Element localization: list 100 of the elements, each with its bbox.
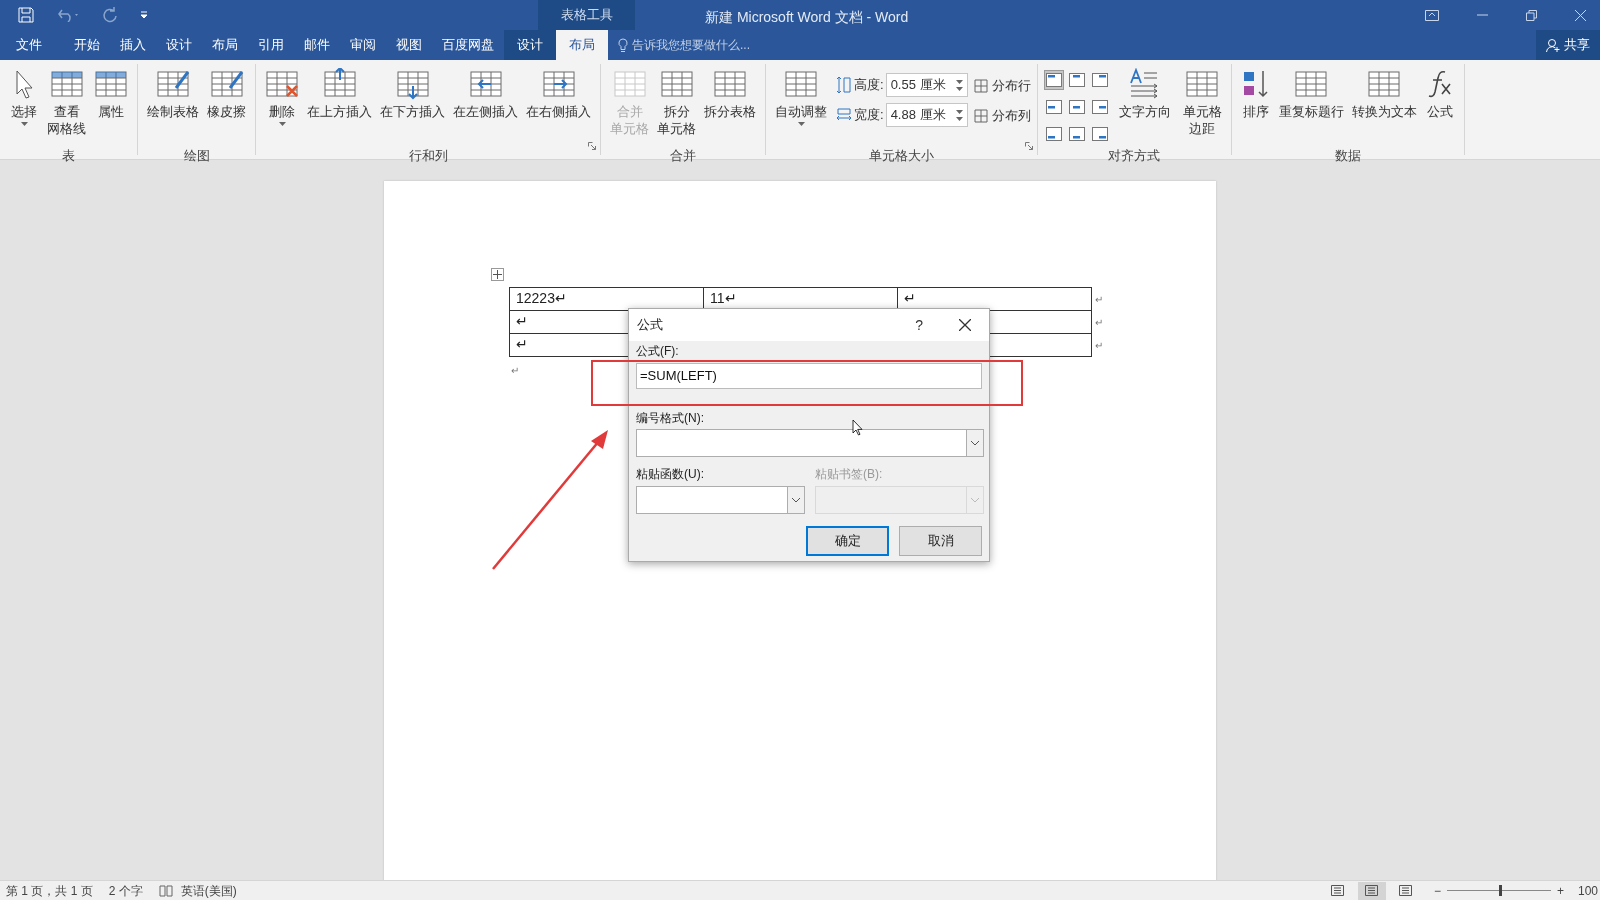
dialog-title: 公式 bbox=[637, 316, 663, 335]
ribbon-button[interactable]: 重复标题行 bbox=[1275, 64, 1347, 146]
align-button[interactable] bbox=[1089, 124, 1110, 144]
ribbon-button[interactable]: 在右侧插入 bbox=[523, 64, 594, 146]
table-icon bbox=[659, 68, 694, 100]
distribute-button[interactable]: 分布行 bbox=[973, 75, 1031, 97]
page-count[interactable]: 第 1 页，共 1 页 bbox=[6, 881, 93, 900]
ribbon-tab[interactable]: 开始 bbox=[64, 30, 110, 60]
paragraph-mark: ↵ bbox=[511, 364, 519, 378]
ribbon-tab[interactable]: 视图 bbox=[386, 30, 432, 60]
restore-icon[interactable] bbox=[1526, 9, 1537, 21]
zoom-thumb[interactable] bbox=[1498, 885, 1502, 896]
formula-field[interactable]: =SUM(LEFT) bbox=[636, 363, 982, 389]
align-button[interactable] bbox=[1066, 97, 1087, 117]
dialog-launcher-icon[interactable] bbox=[1024, 142, 1033, 150]
share-button[interactable]: 共享 bbox=[1536, 30, 1600, 60]
tell-me-field[interactable]: 告诉我您想要做什么... bbox=[608, 30, 750, 60]
ribbon-button[interactable]: 查看 网格线 bbox=[44, 64, 89, 146]
ribbon-tab[interactable]: 引用 bbox=[248, 30, 294, 60]
window-title: 新建 Microsoft Word 文档 - Word bbox=[705, 8, 909, 27]
field-label: 公式(F): bbox=[636, 344, 679, 359]
ribbon-tab[interactable]: 布局 bbox=[202, 30, 248, 60]
ribbon-button[interactable]: 公式 bbox=[1421, 64, 1458, 146]
dialog-launcher-icon[interactable] bbox=[588, 142, 596, 150]
zoom-out-button[interactable]: − bbox=[1433, 881, 1441, 900]
ribbon-tab[interactable]: 设计 bbox=[156, 30, 202, 60]
word-count[interactable]: 2 个字 bbox=[108, 881, 143, 900]
distribute-button[interactable]: 分布列 bbox=[973, 105, 1031, 127]
grid-icon bbox=[973, 109, 988, 123]
add-person-icon bbox=[1546, 37, 1560, 53]
ribbon-tab[interactable]: 邮件 bbox=[294, 30, 340, 60]
align-button[interactable] bbox=[1066, 70, 1087, 90]
caret-icon bbox=[20, 122, 28, 126]
field-label: 粘贴函数(U): bbox=[636, 466, 704, 483]
row-height-icon bbox=[836, 76, 852, 94]
spin-field[interactable]: 4.88 厘米 bbox=[885, 103, 968, 127]
ribbon-button[interactable]: 橡皮擦 bbox=[204, 64, 249, 146]
close-icon[interactable] bbox=[959, 319, 971, 331]
zoom-in-button[interactable]: + bbox=[1556, 881, 1564, 900]
table-icon bbox=[94, 68, 128, 100]
redo-icon[interactable] bbox=[102, 7, 118, 23]
ribbon-button[interactable]: 拆分 单元格 bbox=[654, 64, 699, 146]
ribbon-button[interactable]: 排序 bbox=[1237, 64, 1274, 146]
mouse-cursor-icon bbox=[852, 419, 863, 436]
ribbon-button[interactable]: 在下方插入 bbox=[377, 64, 448, 146]
view-button[interactable] bbox=[1357, 881, 1386, 900]
field-label: 粘贴书签(B): bbox=[815, 466, 883, 483]
undo-icon[interactable] bbox=[56, 8, 80, 22]
ribbon-button[interactable]: 自动调整 bbox=[772, 64, 830, 146]
ribbon-tab[interactable]: 插入 bbox=[110, 30, 156, 60]
table-icon bbox=[1185, 68, 1220, 100]
table-icon bbox=[713, 68, 747, 100]
align-button[interactable] bbox=[1043, 70, 1064, 90]
align-button[interactable] bbox=[1043, 124, 1064, 144]
chevron-icon bbox=[970, 497, 980, 503]
ribbon-button[interactable]: 单元格 边距 bbox=[1179, 64, 1225, 146]
ribbon-button[interactable]: 文字方向 bbox=[1115, 64, 1174, 146]
proofing-icon[interactable] bbox=[158, 884, 173, 897]
dropdown-field[interactable] bbox=[636, 429, 984, 457]
align-button[interactable] bbox=[1089, 70, 1110, 90]
table-icon bbox=[612, 68, 647, 100]
lightbulb-icon bbox=[618, 37, 628, 53]
table-icon bbox=[784, 68, 818, 100]
ribbon-display-icon[interactable] bbox=[1425, 9, 1439, 21]
align-button[interactable] bbox=[1043, 97, 1064, 117]
dialog-button[interactable]: 取消 bbox=[899, 526, 982, 556]
language-status[interactable]: 英语(美国) bbox=[180, 881, 237, 900]
table-icon bbox=[156, 68, 190, 100]
ribbon-button[interactable]: 转换为文本 bbox=[1348, 64, 1420, 146]
ribbon-tab[interactable]: 设计 bbox=[504, 30, 556, 60]
ribbon-button[interactable]: 拆分表格 bbox=[701, 64, 759, 146]
ribbon-button[interactable]: 在左侧插入 bbox=[450, 64, 521, 146]
save-icon[interactable] bbox=[18, 7, 34, 23]
table-move-handle[interactable] bbox=[491, 268, 504, 281]
caret-icon bbox=[797, 122, 805, 126]
help-button[interactable]: ? bbox=[915, 314, 923, 336]
field-label: 高度: bbox=[854, 76, 884, 95]
group-label: 对齐方式 bbox=[1108, 147, 1161, 165]
zoom-level[interactable]: 100 bbox=[1577, 881, 1598, 900]
dialog-button[interactable]: 确定 bbox=[806, 526, 889, 556]
ribbon-tab[interactable]: 布局 bbox=[556, 30, 608, 60]
ribbon-tab[interactable]: 文件 bbox=[8, 30, 50, 60]
ribbon-tab[interactable]: 审阅 bbox=[340, 30, 386, 60]
zoom-slider[interactable] bbox=[1446, 884, 1551, 897]
align-button[interactable] bbox=[1066, 124, 1087, 144]
ribbon-button[interactable]: 绘制表格 bbox=[144, 64, 202, 146]
page-view-icon bbox=[1365, 885, 1379, 896]
ribbon-button[interactable]: 在上方插入 bbox=[304, 64, 375, 146]
customize-icon[interactable] bbox=[140, 11, 148, 19]
ribbon-button[interactable]: 选择 bbox=[6, 64, 42, 146]
ribbon-button[interactable]: 删除 bbox=[262, 64, 302, 146]
ribbon-button[interactable]: 属性 bbox=[91, 64, 131, 146]
dropdown-field[interactable] bbox=[636, 486, 805, 514]
group-label: 数据 bbox=[1334, 147, 1361, 165]
spin-field[interactable]: 0.55 厘米 bbox=[885, 73, 968, 97]
end-of-row-mark: ↵ bbox=[1091, 287, 1103, 311]
caret-icon bbox=[278, 122, 286, 126]
align-button[interactable] bbox=[1089, 97, 1110, 117]
ribbon-tab[interactable]: 百度网盘 bbox=[432, 30, 504, 60]
dropdown-field[interactable] bbox=[815, 486, 984, 514]
